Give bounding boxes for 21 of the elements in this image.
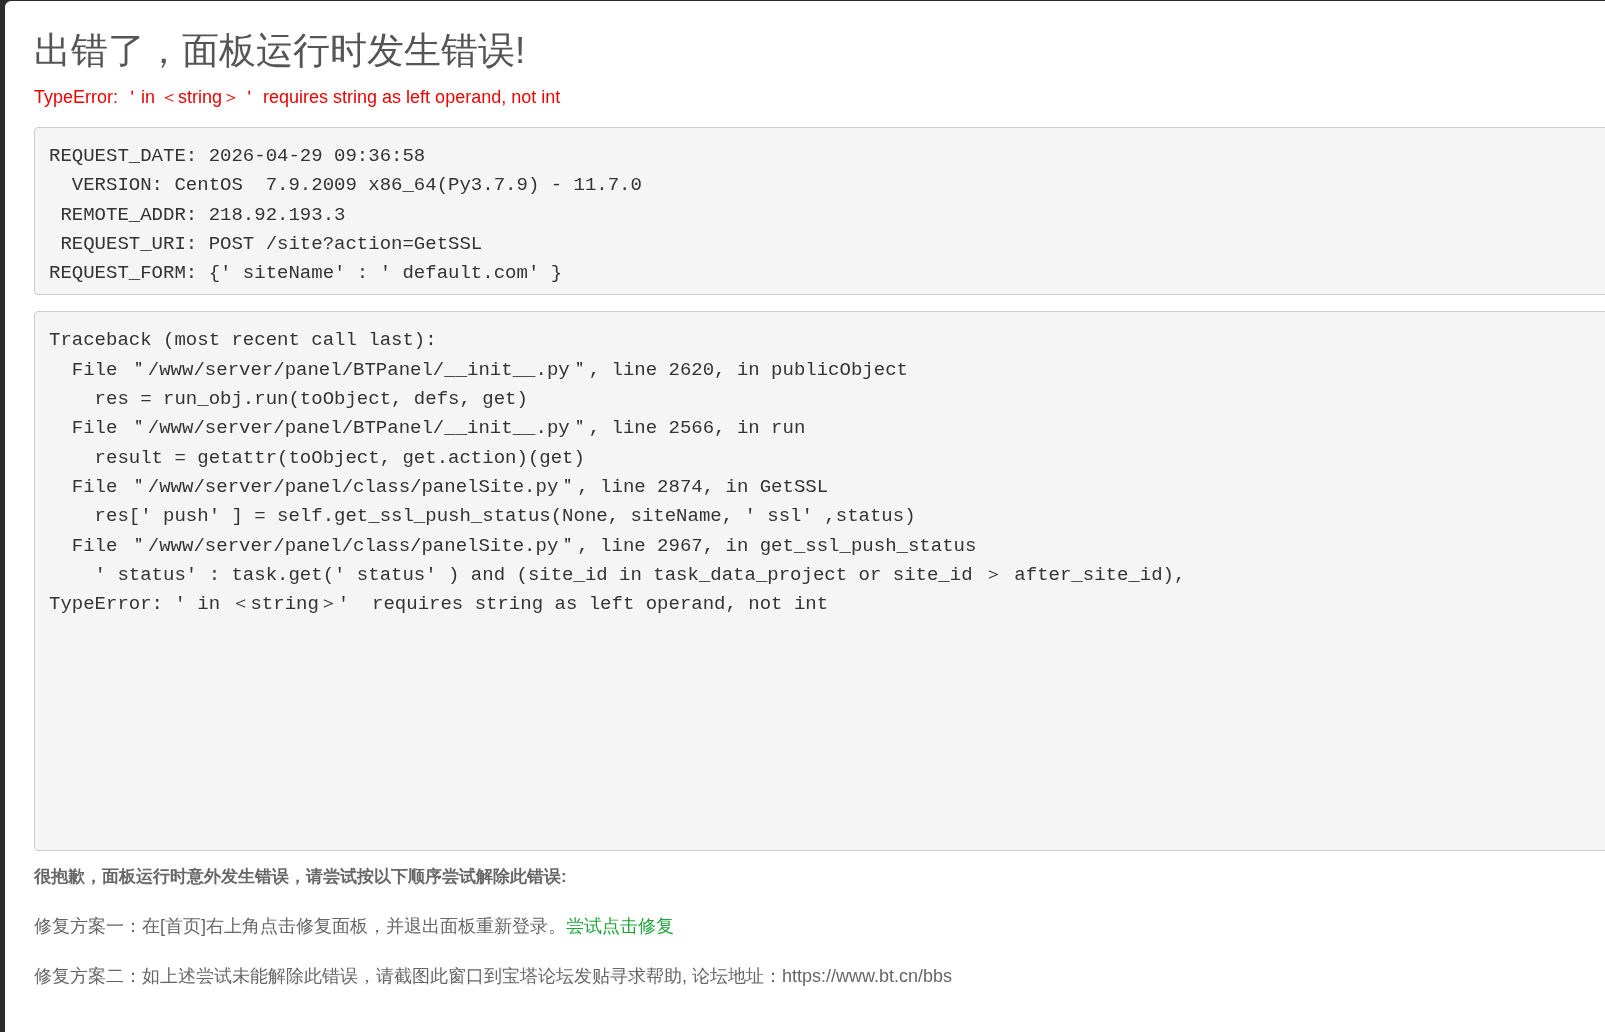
code-line: File ＂/www/server/panel/BTPanel/__init__.py＂, line 2620, in publicObject <box>70 357 909 383</box>
error-message: TypeError: ＇in ＜string＞＇ requires string as left operand, not int <box>34 86 562 109</box>
code-line: TypeError: ′ in ＜string＞′ requires string as left operand, not int <box>49 592 830 618</box>
page-title: 出错了，面板运行时发生错误! <box>34 29 527 73</box>
code-line: REQUEST_DATE: 2026-04-29 09:36:58 <box>49 144 427 169</box>
code-line: File ＂/www/server/panel/class/panelSite.py＂, line 2967, in get_ssl_push_status <box>70 533 978 559</box>
code-line: VERSION: CentOS 7.9.2009 x86_64(Py3.7.9) - 11.7.0 <box>70 173 643 199</box>
help-heading: 很抱歉，面板运行时意外发生错误，请尝试按以下顺序尝试解除此错误: <box>34 866 568 889</box>
code-line: res = run_obj.run(toObject, defs, get) <box>93 387 529 413</box>
code-line: Traceback (most recent call last): <box>49 328 438 354</box>
code-line: REQUEST_URI: POST /site?action=GetSSL <box>59 231 484 257</box>
code-line: res[′ push′ ] = self.get_ssl_push_status(None, siteName, ′ ssl′ ,status) <box>93 504 917 530</box>
code-line: ′ status′ : task.get(′ status′ ) and (site_id in task_data_project or site_id ＞ after_site_id), <box>93 562 1187 588</box>
code-line: REQUEST_FORM: {′ siteName′ : ′ default.com′ } <box>49 261 564 287</box>
code-line: REMOTE_ADDR: 218.92.193.3 <box>59 202 347 228</box>
code-line: File ＂/www/server/panel/BTPanel/__init__.py＂, line 2566, in run <box>70 416 807 442</box>
repair-link[interactable]: 尝试点击修复 <box>566 916 674 937</box>
code-line: result = getattr(toObject, get.action)(get) <box>93 445 586 471</box>
fix-option-text: 修复方案二：如上述尝试未能解除此错误，请截图此窗口到宝塔论坛发贴寻求帮助, 论坛地址：https://www.bt.cn/bbs <box>34 965 954 989</box>
code-line: File ＂/www/server/panel/class/panelSite.py＂, line 2874, in GetSSL <box>70 474 830 500</box>
fix-option-text: 修复方案一：在[首页]右上角点击修复面板，并退出面板重新登录。尝试点击修复 <box>34 915 675 939</box>
